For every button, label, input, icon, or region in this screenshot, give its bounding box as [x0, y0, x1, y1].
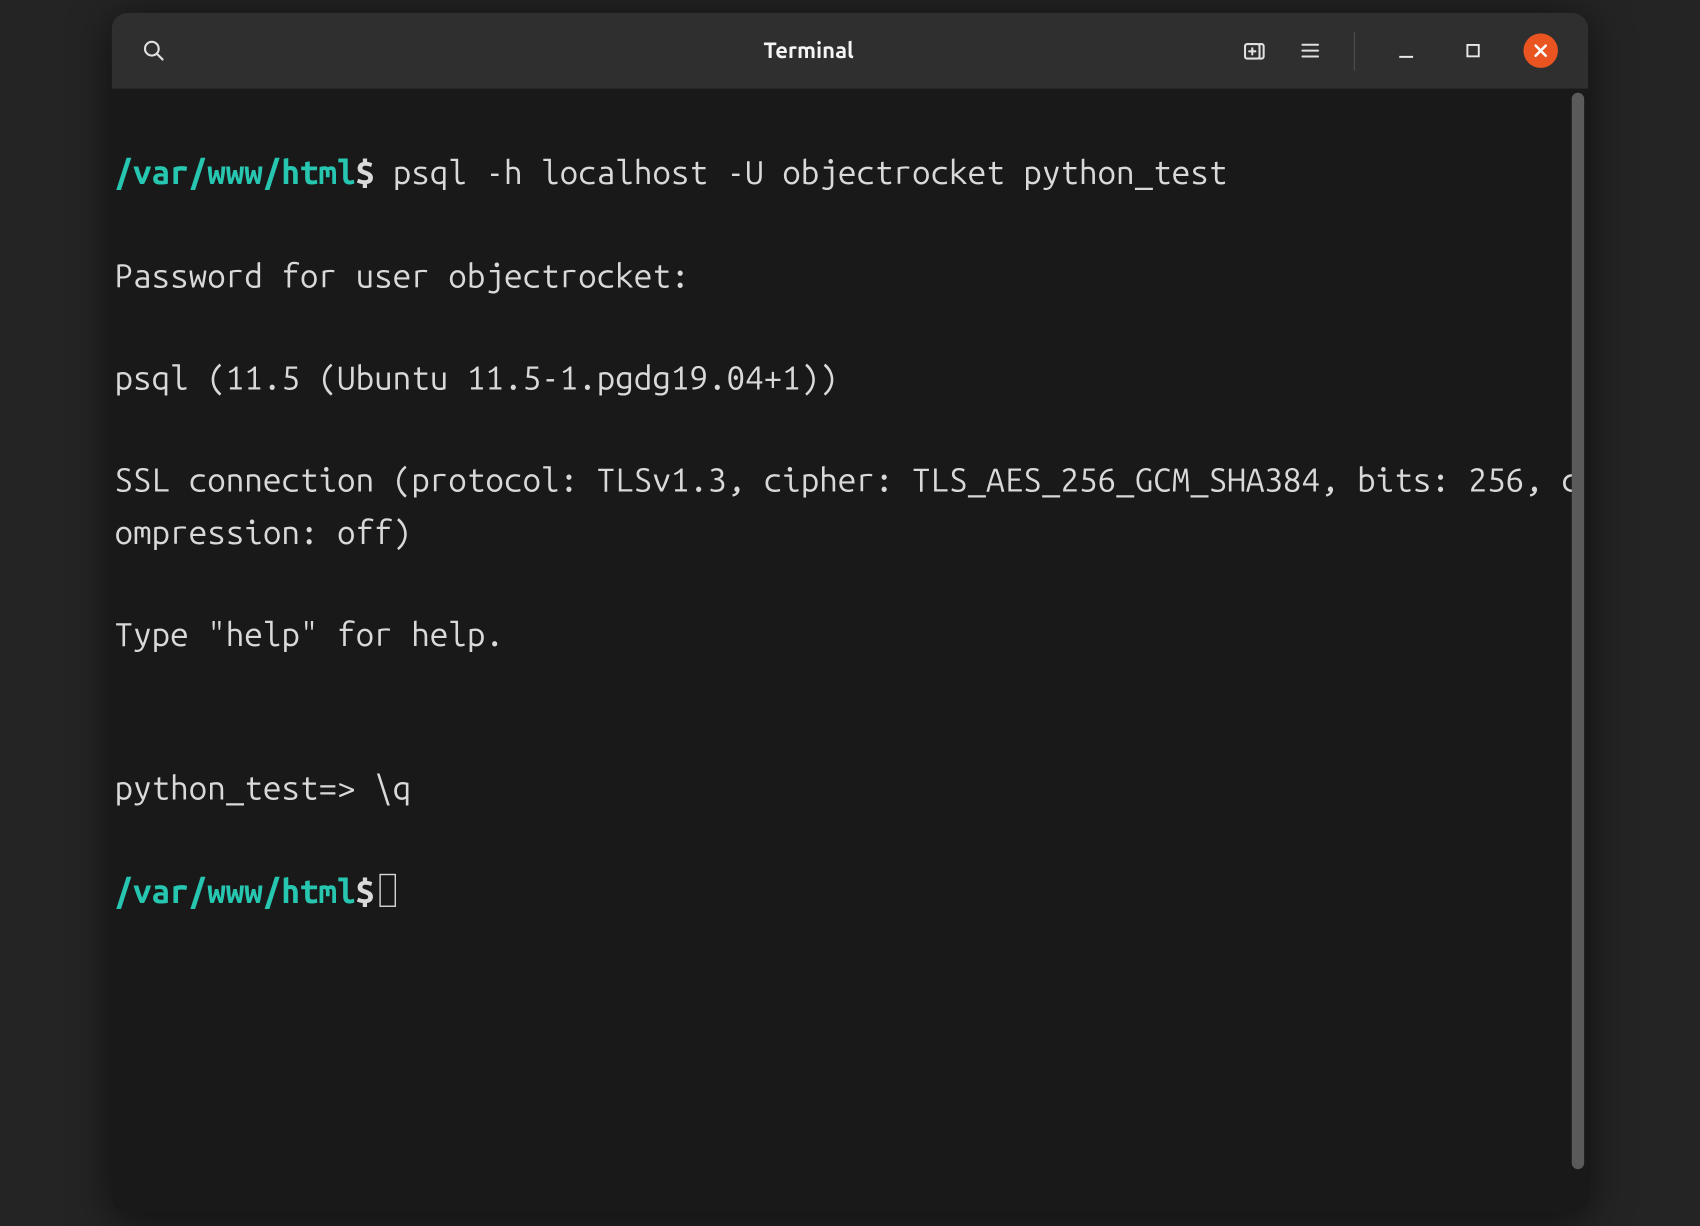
terminal-output-line: psql (11.5 (Ubuntu 11.5-1.pgdg19.04+1)) — [114, 352, 1582, 403]
terminal-output-line: Password for user objectrocket: — [114, 249, 1582, 300]
minimize-button[interactable] — [1388, 33, 1423, 67]
command-text: psql -h localhost -U objectrocket python… — [374, 154, 1227, 191]
scrollbar-thumb[interactable] — [1572, 93, 1584, 1169]
terminal-output-line: SSL connection (protocol: TLSv1.3, ciphe… — [114, 455, 1582, 558]
terminal-output-line: Type "help" for help. — [114, 609, 1582, 660]
hamburger-menu-icon[interactable] — [1285, 26, 1335, 76]
titlebar-divider — [1354, 31, 1355, 70]
terminal-body[interactable]: /var/www/html$ psql -h localhost -U obje… — [112, 90, 1589, 1213]
prompt-path: /var/www/html — [114, 872, 355, 909]
search-icon[interactable] — [128, 26, 178, 76]
new-tab-icon[interactable] — [1230, 26, 1280, 76]
terminal-line: /var/www/html$ psql -h localhost -U obje… — [114, 147, 1582, 198]
cursor-icon — [380, 874, 397, 907]
window-title: Terminal — [404, 38, 1213, 63]
prompt-symbol: $ — [356, 872, 375, 909]
scrollbar[interactable] — [1572, 93, 1584, 1197]
prompt-path: /var/www/html — [114, 154, 355, 191]
maximize-button[interactable] — [1456, 33, 1491, 67]
psql-command: \q — [374, 770, 411, 807]
prompt-symbol: $ — [356, 154, 375, 191]
psql-prompt: python_test=> — [114, 770, 374, 807]
titlebar: Terminal — [112, 13, 1589, 90]
terminal-line: python_test=> \q — [114, 763, 1582, 814]
terminal-line: /var/www/html$ — [114, 865, 1582, 916]
close-button[interactable] — [1523, 33, 1558, 67]
terminal-window: Terminal — [112, 13, 1589, 1214]
